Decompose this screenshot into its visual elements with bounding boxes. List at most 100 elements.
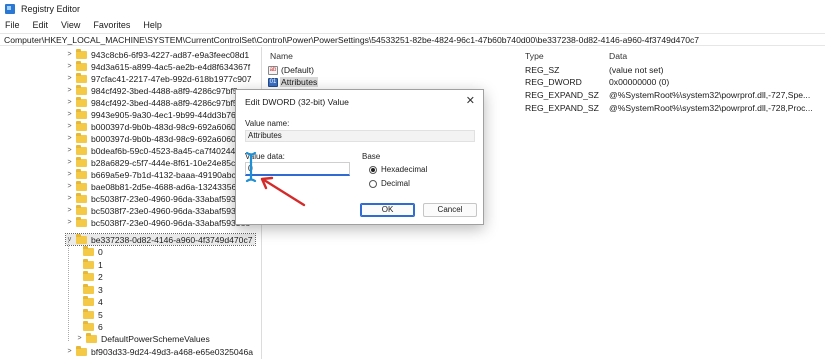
chevron-right-icon[interactable]: > xyxy=(66,171,73,178)
hexadecimal-label[interactable]: Hexadecimal xyxy=(381,165,427,174)
chevron-right-icon[interactable]: > xyxy=(66,207,73,214)
hexadecimal-radio[interactable] xyxy=(369,166,377,174)
tree-connector xyxy=(68,241,69,341)
tree-child-item[interactable]: > DefaultPowerSchemeValues xyxy=(76,332,210,344)
tree-item-label: 97cfac41-2217-47eb-992d-618b1977c907 xyxy=(91,73,252,84)
folder-icon xyxy=(76,96,87,107)
tree-item-label: 94d3a615-a899-4ac5-ae2b-e4d8f634367f xyxy=(91,61,251,72)
tree-item[interactable]: >984cf492-3bed-4488-a8f9-4286c97bf5aa xyxy=(66,84,248,96)
value-name-label: Value name: xyxy=(245,119,290,128)
value-type: REG_SZ xyxy=(525,65,560,75)
chevron-right-icon[interactable]: > xyxy=(66,123,73,130)
chevron-right-icon[interactable]: > xyxy=(66,51,73,58)
menu-view[interactable]: View xyxy=(61,20,80,30)
chevron-right-icon[interactable]: > xyxy=(66,159,73,166)
value-type: REG_EXPAND_SZ xyxy=(525,90,599,100)
chevron-right-icon[interactable]: > xyxy=(76,335,83,342)
tree-item[interactable]: > bae08b81-2d5e-4688-ad6a-13243356654 xyxy=(66,180,251,192)
base-group-label: Base xyxy=(362,152,381,161)
menu-edit[interactable]: Edit xyxy=(33,20,49,30)
key-tree: >943c8cb6-6f93-4227-ad87-e9a3feec08d1 >9… xyxy=(0,47,262,359)
chevron-right-icon[interactable]: > xyxy=(66,111,73,118)
cancel-button[interactable]: Cancel xyxy=(423,203,477,217)
tree-item-label: 1 xyxy=(98,259,103,270)
folder-icon xyxy=(76,120,87,131)
folder-icon xyxy=(83,320,94,331)
tree-item-label: bc5038f7-23e0-4960-96da-33abaf5935e xyxy=(91,193,246,204)
tree-item-label: be337238-0d82-4146-a960-4f3749d470c7 xyxy=(91,234,253,245)
title-bar: Registry Editor xyxy=(0,0,825,18)
tree-item[interactable]: > bc5038f7-23e0-4960-96da-33abaf5935e xyxy=(66,204,245,216)
tree-child-item[interactable]: 6 xyxy=(83,320,103,332)
chevron-right-icon[interactable]: > xyxy=(66,135,73,142)
tree-item[interactable]: > b000397d-9b0b-483d-98c9-692a6060cfc xyxy=(66,132,247,144)
close-icon[interactable]: ✕ xyxy=(466,94,475,107)
folder-icon xyxy=(76,180,87,191)
tree-item-label: bae08b81-2d5e-4688-ad6a-13243356654 xyxy=(91,181,251,192)
tree-child-item[interactable]: 5 xyxy=(83,308,103,320)
chevron-right-icon[interactable]: > xyxy=(66,63,73,70)
value-data: @%SystemRoot%\system32\powrprof.dll,-728… xyxy=(609,103,813,113)
chevron-right-icon[interactable]: > xyxy=(66,195,73,202)
tree-child-item[interactable]: 1 xyxy=(83,258,103,270)
tree-child-item[interactable]: 4 xyxy=(83,295,103,307)
value-type: REG_EXPAND_SZ xyxy=(525,103,599,113)
chevron-right-icon[interactable]: > xyxy=(66,147,73,154)
chevron-right-icon[interactable]: > xyxy=(66,75,73,82)
menu-favorites[interactable]: Favorites xyxy=(93,20,130,30)
value-row[interactable]: ab (Default) REG_SZ (value not set) xyxy=(264,65,825,77)
tree-item-selected[interactable]: v be337238-0d82-4146-a960-4f3749d470c7 xyxy=(65,233,256,246)
tree-child-item[interactable]: 3 xyxy=(83,283,103,295)
menu-file[interactable]: File xyxy=(5,20,20,30)
value-row[interactable]: 01 Attributes REG_DWORD 0x00000000 (0) xyxy=(264,77,825,89)
chevron-right-icon[interactable]: > xyxy=(66,99,73,106)
chevron-right-icon[interactable]: > xyxy=(66,219,73,226)
folder-icon xyxy=(76,216,87,227)
tree-item-label: DefaultPowerSchemeValues xyxy=(101,333,210,344)
chevron-right-icon[interactable]: > xyxy=(66,87,73,94)
tree-item[interactable]: >943c8cb6-6f93-4227-ad87-e9a3feec08d1 xyxy=(66,48,249,60)
arrow-shaft xyxy=(262,178,306,207)
decimal-label[interactable]: Decimal xyxy=(381,179,410,188)
folder-icon xyxy=(76,144,87,155)
folder-icon xyxy=(83,308,94,319)
folder-icon xyxy=(83,295,94,306)
window-title: Registry Editor xyxy=(21,4,81,14)
value-type: REG_DWORD xyxy=(525,77,582,87)
tree-item[interactable]: > bc5038f7-23e0-4960-96da-33abaf5935ee xyxy=(66,216,250,228)
tree-item-label: 9943e905-9a30-4ec1-9b99-44dd3b76f7a xyxy=(91,109,248,120)
tree-item[interactable]: >984cf492-3bed-4488-a8f9-4286c97bf5ab xyxy=(66,96,247,108)
folder-icon xyxy=(76,168,87,179)
tree-item[interactable]: > b669a5e9-7b1d-4132-baaa-49190abcfeb xyxy=(66,168,248,180)
column-header-data[interactable]: Data xyxy=(609,51,627,61)
tree-item-label: 2 xyxy=(98,271,103,282)
tree-item[interactable]: >97cfac41-2217-47eb-992d-618b1977c907 xyxy=(66,72,252,84)
tree-child-item[interactable]: 0 xyxy=(83,245,103,257)
tree-item-label: 0 xyxy=(98,246,103,257)
tree-item-label: b28a6829-c5f7-444e-8f61-10e24e85c532 xyxy=(91,157,250,168)
tree-child-item[interactable]: 2 xyxy=(83,270,103,282)
address-bar[interactable]: Computer\HKEY_LOCAL_MACHINE\SYSTEM\Curre… xyxy=(0,33,825,46)
tree-item-label: b669a5e9-7b1d-4132-baaa-49190abcfeb xyxy=(91,169,248,180)
tree-item-label: 984cf492-3bed-4488-a8f9-4286c97bf5aa xyxy=(91,85,248,96)
tree-item[interactable]: > b0deaf6b-59c0-4523-8a45-ca7f4024411 xyxy=(66,144,244,156)
ok-button[interactable]: OK xyxy=(360,203,415,217)
folder-icon xyxy=(76,132,87,143)
chevron-right-icon[interactable]: > xyxy=(66,348,73,355)
tree-item[interactable]: > b28a6829-c5f7-444e-8f61-10e24e85c532 xyxy=(66,156,250,168)
menu-help[interactable]: Help xyxy=(143,20,162,30)
tree-item[interactable]: >94d3a615-a899-4ac5-ae2b-e4d8f634367f xyxy=(66,60,251,72)
tree-item-label: bf903d33-9d24-49d3-a468-e65e0325046a xyxy=(91,346,253,357)
column-header-name[interactable]: Name xyxy=(270,51,293,61)
tree-item[interactable]: > b000397d-9b0b-483d-98c9-692a6060cfc xyxy=(66,120,247,132)
tree-item[interactable]: >9943e905-9a30-4ec1-9b99-44dd3b76f7a xyxy=(66,108,248,120)
decimal-radio[interactable] xyxy=(369,180,377,188)
column-header-type[interactable]: Type xyxy=(525,51,544,61)
tree-item[interactable]: > bc5038f7-23e0-4960-96da-33abaf5935e xyxy=(66,192,246,204)
value-data: 0x00000000 (0) xyxy=(609,77,670,87)
folder-icon xyxy=(76,345,87,356)
tree-item[interactable]: > bf903d33-9d24-49d3-a468-e65e0325046a xyxy=(66,345,253,357)
tree-item-label: b000397d-9b0b-483d-98c9-692a6060cfc xyxy=(91,121,247,132)
chevron-right-icon[interactable]: > xyxy=(66,183,73,190)
folder-open-icon xyxy=(76,233,87,244)
